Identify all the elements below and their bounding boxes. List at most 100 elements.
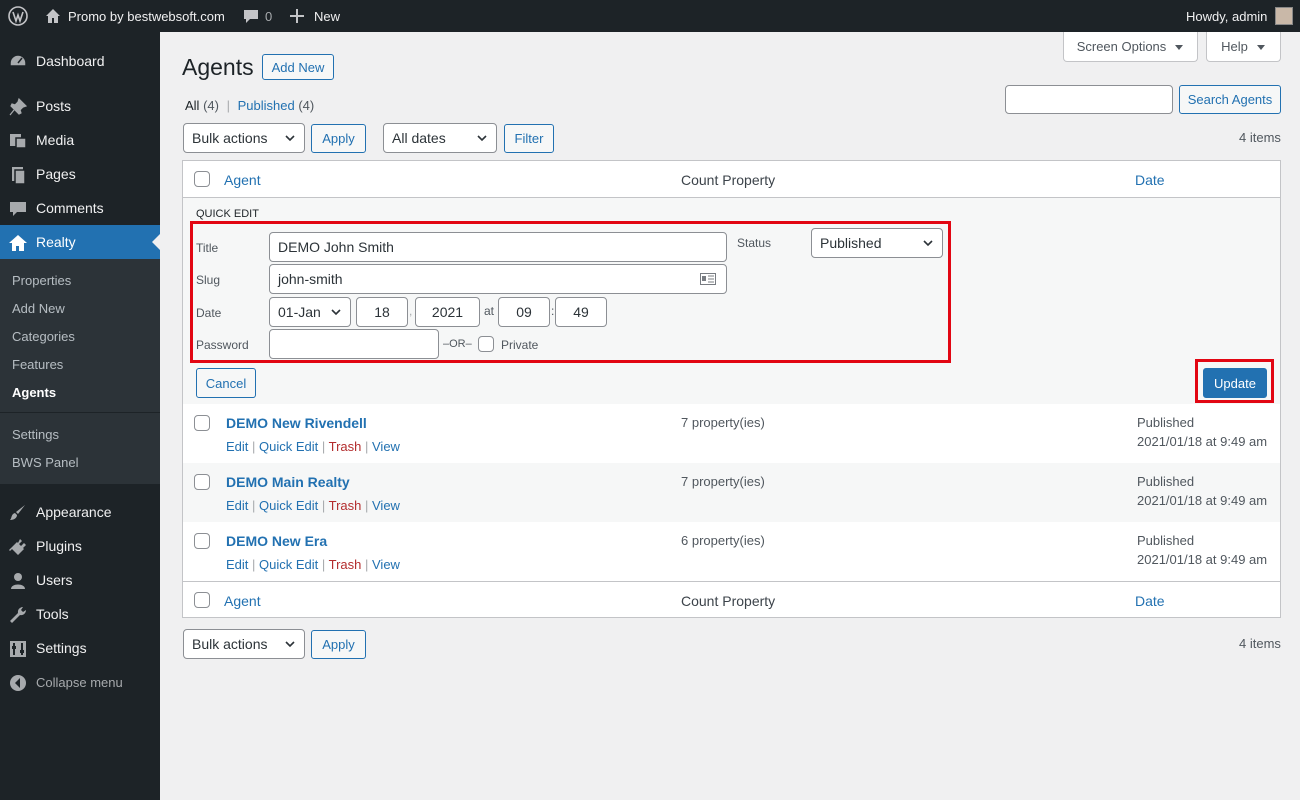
quick-edit-link[interactable]: Quick Edit	[259, 557, 318, 572]
day-input[interactable]: 18	[356, 297, 408, 327]
agent-title-link[interactable]: DEMO New Rivendell	[226, 415, 367, 431]
view-link[interactable]: View	[372, 439, 400, 454]
wordpress-logo-icon[interactable]	[8, 0, 28, 32]
view-link[interactable]: View	[372, 557, 400, 572]
dashboard-icon	[9, 54, 27, 67]
plus-icon[interactable]	[290, 0, 306, 32]
status-filter-links: All (4) | Published (4)	[185, 98, 314, 113]
menu-label: Pages	[36, 166, 76, 182]
edit-link[interactable]: Edit	[226, 439, 248, 454]
submenu-add-new[interactable]: Add New	[12, 301, 65, 316]
howdy-link[interactable]: Howdy, admin	[1186, 0, 1267, 32]
help-button[interactable]: Help	[1206, 32, 1281, 62]
menu-label: Collapse menu	[36, 674, 123, 690]
status-select[interactable]: Published	[811, 228, 943, 258]
filter-published-link[interactable]: Published	[238, 98, 295, 113]
view-link[interactable]: View	[372, 498, 400, 513]
menu-label: Users	[36, 572, 73, 588]
filter-all-link[interactable]: All	[185, 98, 199, 113]
select-all-checkbox[interactable]	[194, 171, 210, 187]
avatar[interactable]	[1275, 0, 1293, 32]
pages-icon	[12, 167, 26, 185]
submenu-agents[interactable]: Agents	[12, 385, 56, 400]
select-all-checkbox-footer[interactable]	[194, 592, 210, 608]
comments-count[interactable]: 0	[265, 0, 272, 32]
menu-comments[interactable]: Comments	[0, 191, 160, 225]
agent-title-link[interactable]: DEMO New Era	[226, 533, 327, 549]
trash-link[interactable]: Trash	[329, 557, 362, 572]
quick-edit-link[interactable]: Quick Edit	[259, 498, 318, 513]
private-checkbox[interactable]	[478, 336, 494, 352]
month-value: 01-Jan	[278, 304, 321, 320]
quick-edit-link[interactable]: Quick Edit	[259, 439, 318, 454]
edit-link[interactable]: Edit	[226, 557, 248, 572]
apply-button-bottom[interactable]: Apply	[311, 630, 366, 659]
status-label: Status	[737, 236, 772, 250]
date-filter-select[interactable]: All dates	[383, 123, 497, 153]
time-colon: :	[551, 304, 555, 318]
screen-options-button[interactable]: Screen Options	[1063, 32, 1198, 62]
submenu-bws-panel[interactable]: BWS Panel	[12, 455, 78, 470]
chevron-down-icon	[285, 135, 295, 142]
password-input[interactable]	[269, 329, 439, 359]
chevron-down-icon	[285, 641, 295, 648]
column-date-footer[interactable]: Date	[1135, 593, 1165, 609]
menu-label: Appearance	[36, 504, 112, 520]
collapse-menu-button[interactable]: Collapse menu	[0, 665, 160, 699]
update-button[interactable]: Update	[1203, 368, 1267, 398]
submenu-categories[interactable]: Categories	[12, 329, 75, 344]
submenu-settings[interactable]: Settings	[12, 427, 59, 442]
add-new-button[interactable]: Add New	[262, 54, 334, 80]
row-checkbox[interactable]	[194, 415, 210, 431]
row-checkbox[interactable]	[194, 533, 210, 549]
menu-settings[interactable]: Settings	[0, 631, 160, 665]
bulk-actions-select-bottom[interactable]: Bulk actions	[183, 629, 305, 659]
minute-input[interactable]: 49	[555, 297, 607, 327]
bulk-actions-value: Bulk actions	[192, 130, 268, 146]
pin-icon	[9, 97, 28, 116]
apply-button-top[interactable]: Apply	[311, 124, 366, 153]
home-icon[interactable]	[44, 0, 62, 32]
year-input[interactable]: 2021	[415, 297, 480, 327]
menu-users[interactable]: Users	[0, 563, 160, 597]
hour-input[interactable]: 09	[498, 297, 550, 327]
menu-dashboard[interactable]: Dashboard	[0, 44, 160, 78]
comment-icon[interactable]	[242, 0, 260, 32]
date-status-cell: Published	[1137, 533, 1195, 548]
filter-button[interactable]: Filter	[504, 124, 554, 153]
at-label: at	[484, 304, 495, 318]
column-date-header[interactable]: Date	[1135, 172, 1165, 188]
filter-all-count: (4)	[203, 98, 219, 113]
cancel-button[interactable]: Cancel	[196, 368, 256, 398]
menu-plugins[interactable]: Plugins	[0, 529, 160, 563]
menu-label: Plugins	[36, 538, 82, 554]
submenu-features[interactable]: Features	[12, 357, 63, 372]
agent-title-link[interactable]: DEMO Main Realty	[226, 474, 350, 490]
menu-appearance[interactable]: Appearance	[0, 495, 160, 529]
column-agent-header[interactable]: Agent	[224, 172, 261, 188]
submenu-properties[interactable]: Properties	[12, 273, 71, 288]
date-comma: ,	[409, 304, 413, 318]
menu-pages[interactable]: Pages	[0, 157, 160, 191]
date-cell: 2021/01/18 at 9:49 am	[1137, 552, 1268, 567]
trash-link[interactable]: Trash	[329, 439, 362, 454]
menu-media[interactable]: Media	[0, 123, 160, 157]
menu-realty[interactable]: Realty	[0, 225, 160, 259]
row-checkbox[interactable]	[194, 474, 210, 490]
slug-input[interactable]: john-smith	[269, 264, 727, 294]
bulk-actions-select-top[interactable]: Bulk actions	[183, 123, 305, 153]
trash-link[interactable]: Trash	[329, 498, 362, 513]
new-content-link[interactable]: New	[314, 0, 340, 32]
search-input[interactable]	[1005, 85, 1173, 114]
date-status-cell: Published	[1137, 474, 1195, 489]
password-label: Password	[196, 338, 249, 352]
title-input[interactable]: DEMO John Smith	[269, 232, 727, 262]
menu-tools[interactable]: Tools	[0, 597, 160, 631]
menu-posts[interactable]: Posts	[0, 89, 160, 123]
search-agents-button[interactable]: Search Agents	[1179, 85, 1281, 114]
edit-link[interactable]: Edit	[226, 498, 248, 513]
column-agent-footer[interactable]: Agent	[224, 593, 261, 609]
site-name-link[interactable]: Promo by bestwebsoft.com	[68, 0, 225, 32]
month-select[interactable]: 01-Jan	[269, 297, 351, 327]
date-cell: 2021/01/18 at 9:49 am	[1137, 493, 1268, 508]
